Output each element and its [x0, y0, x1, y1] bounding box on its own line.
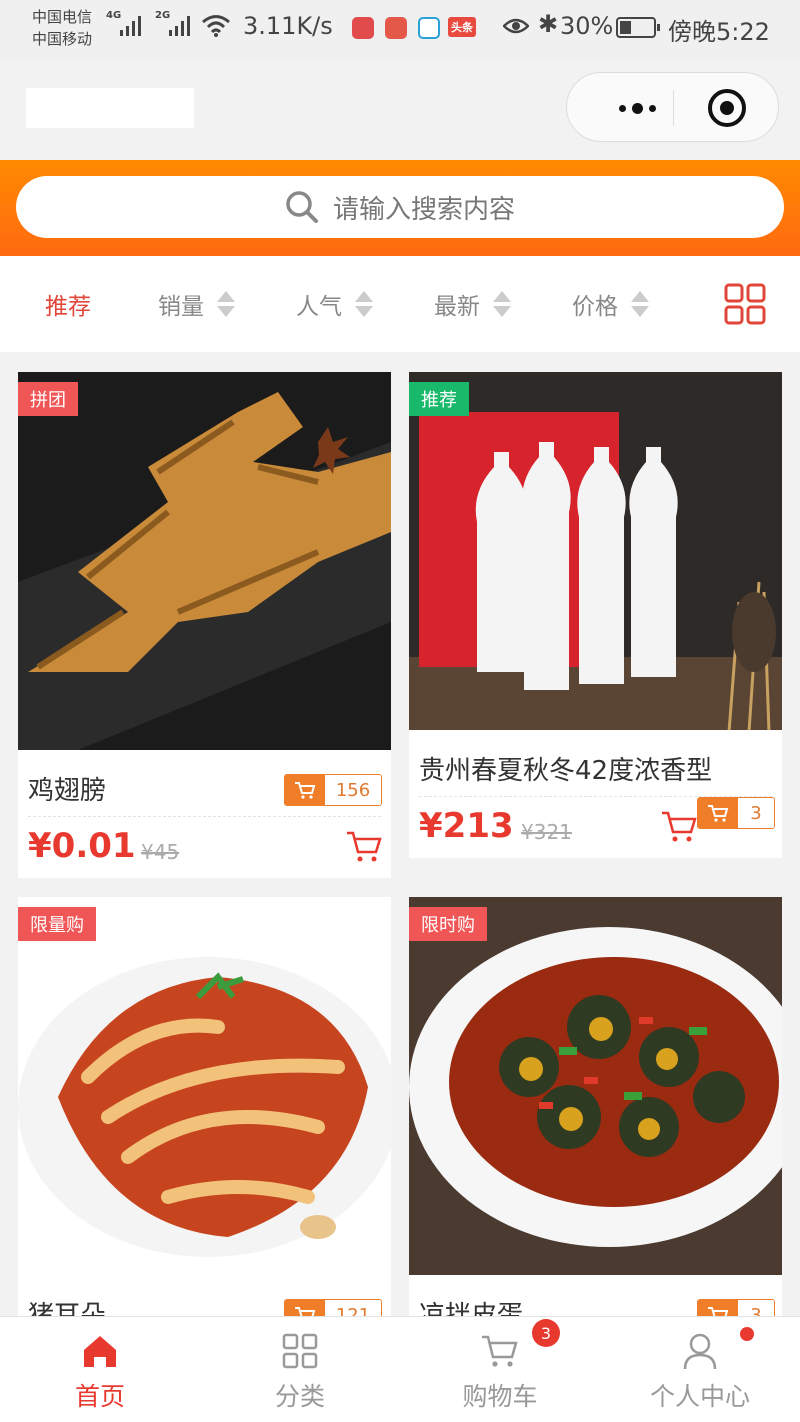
sold-count-badge: 121 [284, 1299, 382, 1317]
product-card[interactable]: 限量购 猪耳朵 121 [18, 897, 391, 1317]
reader-app-icon [385, 17, 407, 39]
product-name: 贵州春夏秋冬42度浓香型 [419, 756, 713, 786]
product-card[interactable]: 推荐 贵州春夏秋冬42度浓香型 ¥213 ¥321 3 [409, 372, 782, 858]
carrier-1: 中国电信 [32, 8, 93, 26]
product-price: ¥213 [419, 806, 514, 846]
sort-price[interactable]: 价格 [572, 256, 650, 352]
tab-cart[interactable]: 3 购物车 [400, 1317, 600, 1422]
sort-sales[interactable]: 销量 [158, 256, 236, 352]
product-name: 猪耳朵 [28, 1301, 107, 1317]
sort-filter-bar: 推荐 销量 人气 最新 价格 [0, 256, 800, 352]
wifi-icon [202, 15, 230, 37]
add-to-cart-icon[interactable] [346, 830, 382, 864]
sort-popularity[interactable]: 人气 [296, 256, 374, 352]
product-image-pig-ears [18, 897, 391, 1275]
sort-arrows-icon [354, 288, 374, 320]
qq-app-icon [418, 17, 440, 39]
battery-percent: 30% [560, 12, 614, 40]
huawei-app-icon [352, 17, 374, 39]
original-price: ¥321 [521, 820, 572, 844]
signal-icon-2 [169, 14, 190, 36]
carrier-2: 中国移动 [32, 30, 93, 48]
sold-count: 3 [738, 798, 774, 828]
cart-icon [698, 1300, 738, 1317]
capsule-divider [673, 90, 674, 126]
cart-icon [482, 1335, 518, 1367]
category-icon [282, 1333, 318, 1369]
tab-home-label: 首页 [74, 1382, 125, 1411]
home-icon [84, 1336, 116, 1367]
search-input[interactable]: 请输入搜索内容 [16, 176, 784, 238]
sort-arrows-icon [216, 288, 236, 320]
product-image-baijiu [409, 372, 782, 730]
page-title-area [26, 88, 194, 128]
sort-recommend[interactable]: 推荐 [45, 256, 91, 352]
search-placeholder: 请输入搜索内容 [332, 194, 515, 225]
tab-category[interactable]: 分类 [200, 1317, 400, 1422]
add-to-cart-icon[interactable] [661, 810, 697, 844]
status-bar: 中国电信 中国移动 4G 2G 3.11K/s 头条 ✱ 30% 傍晚5:22 [0, 0, 800, 58]
clock: 傍晚5:22 [668, 18, 770, 46]
battery-icon [616, 17, 660, 38]
network-type-1: 4G [106, 10, 122, 21]
search-icon [286, 191, 318, 223]
tab-profile-label: 个人中心 [649, 1382, 750, 1411]
signal-icon [120, 14, 141, 36]
product-card[interactable]: 拼团 鸡翅膀 156 ¥0.01 ¥45 [18, 372, 391, 878]
product-name: 鸡翅膀 [28, 776, 107, 806]
sold-count: 156 [325, 775, 381, 805]
grid-view-icon[interactable] [724, 283, 766, 325]
product-price: ¥0.01 [28, 826, 136, 866]
product-image-century-eggs [409, 897, 782, 1275]
carrier-names: 中国电信 中国移动 [32, 6, 92, 50]
cart-count-badge: 3 [532, 1319, 560, 1347]
tab-profile[interactable]: 个人中心 [600, 1317, 800, 1422]
user-icon [683, 1333, 717, 1370]
sold-count-badge: 3 [697, 1299, 775, 1317]
tab-category-label: 分类 [274, 1382, 325, 1411]
network-type-2: 2G [155, 10, 171, 21]
more-icon[interactable] [597, 73, 677, 143]
sort-arrows-icon [492, 288, 512, 320]
sold-count: 3 [738, 1300, 774, 1317]
product-name: 凉拌皮蛋 [419, 1301, 524, 1317]
sold-count-badge: 3 [697, 797, 775, 829]
search-banner: 请输入搜索内容 [0, 160, 800, 256]
sort-popularity-label: 人气 [296, 294, 342, 320]
sort-price-label: 价格 [572, 294, 618, 320]
product-image-chicken-wings [18, 372, 391, 750]
mini-program-navbar [0, 58, 800, 160]
sold-count-badge: 156 [284, 774, 382, 806]
toutiao-app-icon: 头条 [448, 17, 476, 37]
product-card[interactable]: 限时购 凉拌皮蛋 3 [409, 897, 782, 1317]
tab-home[interactable]: 首页 [0, 1317, 200, 1422]
cart-icon [285, 1300, 325, 1317]
network-speed: 3.11K/s [243, 12, 333, 40]
notification-dot [740, 1327, 754, 1341]
eye-icon [503, 18, 529, 34]
promo-tag: 限量购 [18, 907, 96, 941]
mini-program-capsule [566, 72, 779, 142]
sort-newest[interactable]: 最新 [434, 256, 512, 352]
sold-count: 121 [325, 1300, 381, 1317]
divider [28, 816, 381, 817]
bluetooth-icon: ✱ [538, 10, 559, 38]
cart-icon [698, 798, 738, 828]
app-screen: 中国电信 中国移动 4G 2G 3.11K/s 头条 ✱ 30% 傍晚5:22 [0, 0, 800, 1422]
sort-arrows-icon [630, 288, 650, 320]
original-price: ¥45 [141, 840, 180, 864]
sort-sales-label: 销量 [158, 294, 204, 320]
close-target-icon[interactable] [708, 89, 746, 127]
promo-tag: 限时购 [409, 907, 487, 941]
cart-icon [285, 775, 325, 805]
promo-tag: 拼团 [18, 382, 78, 416]
sort-newest-label: 最新 [434, 294, 480, 320]
tab-cart-label: 购物车 [462, 1382, 538, 1411]
bottom-tab-bar: 首页 分类 3 购物车 个人中心 [0, 1316, 800, 1422]
sort-recommend-label: 推荐 [45, 294, 91, 320]
promo-tag: 推荐 [409, 382, 469, 416]
